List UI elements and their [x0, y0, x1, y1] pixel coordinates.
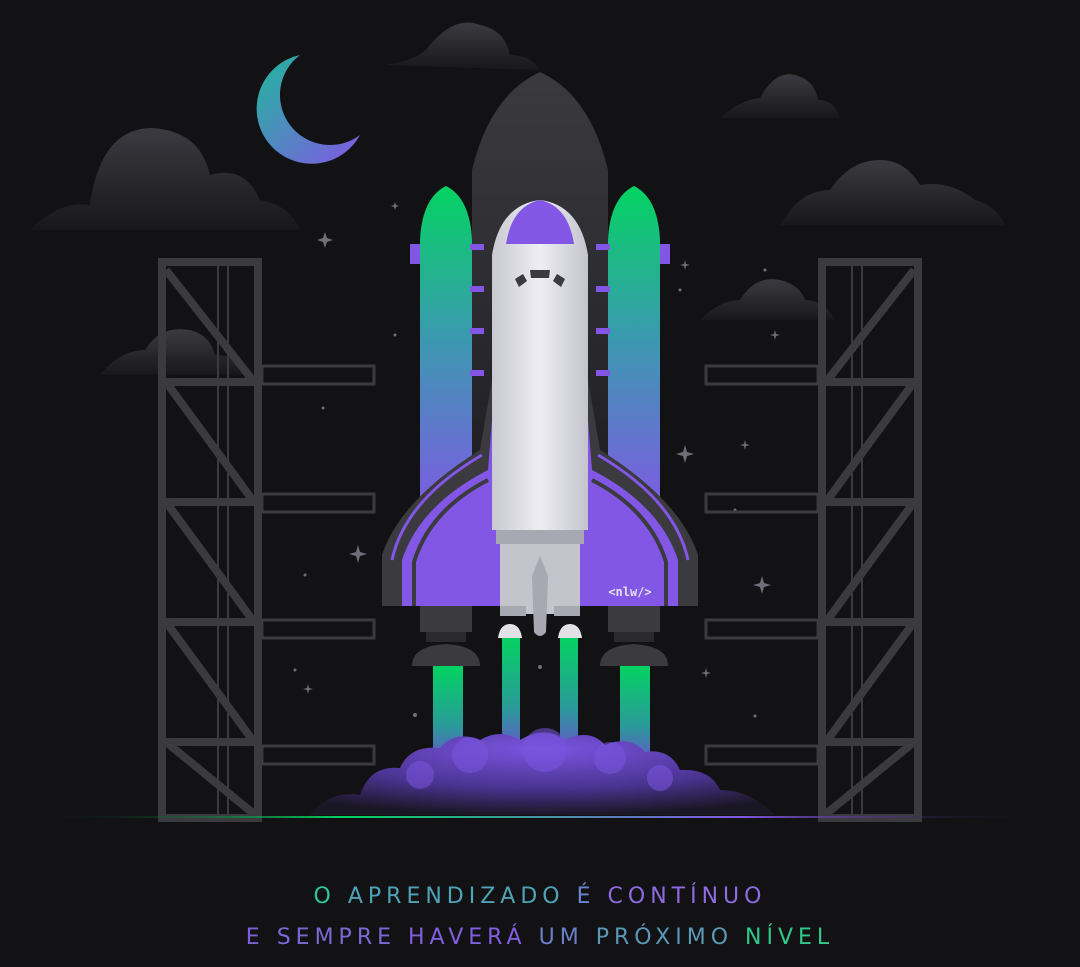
nlw-badge: <nlw/>: [608, 585, 651, 599]
caption-word: CONTÍNUO: [607, 884, 767, 909]
orbiter-body: [492, 200, 588, 616]
caption-line-1: O APRENDIZADO É CONTÍNUO: [0, 884, 1080, 909]
caption-word: O: [313, 884, 336, 909]
ground-line: [40, 816, 1040, 818]
rocket-launch-illustration: <nlw/>: [0, 0, 1080, 967]
caption-word: PRÓXIMO: [595, 925, 734, 950]
caption-word: NÍVEL: [745, 925, 835, 950]
caption-word: HAVERÁ: [408, 925, 527, 950]
caption-word: SEMPRE: [276, 925, 397, 950]
caption-word: É: [576, 884, 596, 909]
caption-word: UM: [538, 925, 584, 950]
caption-word: APRENDIZADO: [347, 884, 565, 909]
caption-word: E: [245, 925, 265, 950]
caption-line-2: E SEMPRE HAVERÁ UM PRÓXIMO NÍVEL: [0, 925, 1080, 950]
